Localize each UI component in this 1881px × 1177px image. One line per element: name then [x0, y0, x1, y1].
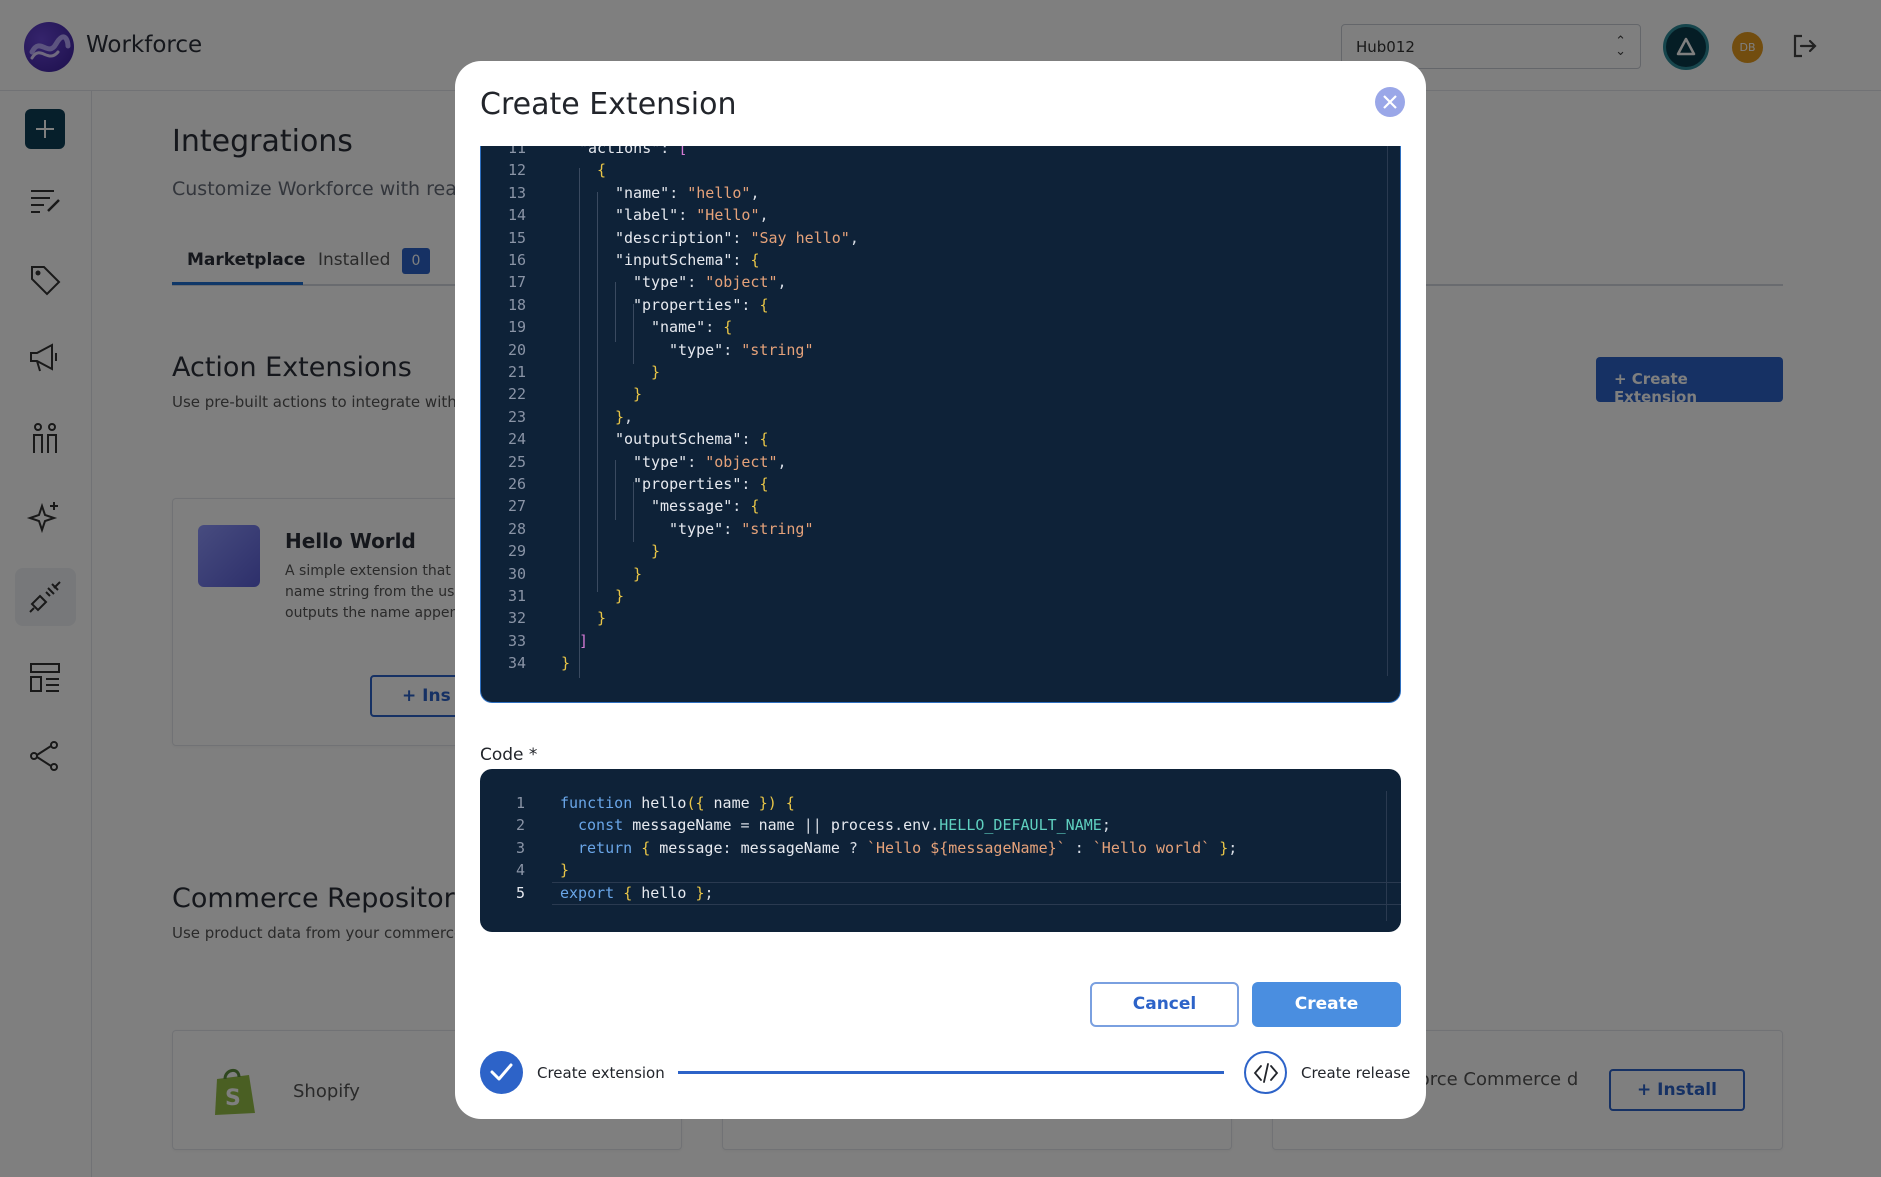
indent-guide — [615, 460, 616, 520]
line-number: 34 — [507, 654, 526, 673]
line-text: "outputSchema": { — [615, 430, 769, 449]
line-text: "name": "hello", — [615, 183, 760, 202]
line-number: 13 — [507, 183, 526, 202]
line-number: 19 — [507, 318, 526, 337]
line-number: 4 — [515, 861, 525, 880]
line-text: export { hello }; — [560, 883, 714, 902]
line-text: "description": "Say hello", — [615, 228, 859, 247]
line-number: 28 — [507, 519, 526, 538]
code-field-label: Code * — [480, 745, 538, 765]
line-text: } — [597, 609, 607, 628]
line-number: 31 — [507, 587, 526, 605]
line-number: 12 — [507, 161, 526, 180]
code-editor[interactable]: 1 function hello({ name }) { 2 const messag… — [480, 769, 1401, 932]
line-text: const messageName = name || process.env.… — [578, 816, 1111, 835]
indent-guide — [615, 282, 616, 342]
editor-scrollbar[interactable] — [1386, 791, 1387, 921]
line-text: { — [597, 161, 607, 180]
line-number: 21 — [507, 363, 526, 381]
line-text: return { message: messageName ? `Hello $… — [578, 838, 1238, 857]
line-number: 16 — [507, 251, 526, 269]
cancel-button[interactable]: Cancel — [1090, 982, 1239, 1027]
manifest-editor[interactable]: 11 "actions": [ 12 {13 "name": "hello", 14 "la… — [480, 146, 1401, 703]
line-number: 27 — [507, 497, 526, 516]
line-number: 15 — [507, 228, 526, 247]
line-number: 29 — [507, 542, 526, 561]
stepper-connector — [678, 1071, 1224, 1074]
line-text: "type": "string" — [669, 519, 814, 538]
line-text: ] — [579, 631, 589, 650]
line-text: } — [633, 564, 643, 583]
line-number: 24 — [507, 430, 526, 449]
line-text: } — [651, 542, 661, 561]
line-text: "name": { — [651, 318, 733, 337]
create-button[interactable]: Create — [1252, 982, 1401, 1027]
line-number: 11 — [507, 146, 526, 157]
line-number: 14 — [507, 206, 526, 225]
line-text: "properties": { — [633, 475, 769, 493]
line-text: } — [560, 861, 570, 880]
line-text: "label": "Hello", — [615, 206, 769, 225]
indent-guide — [579, 168, 580, 678]
line-text: "type": "object", — [633, 273, 787, 292]
line-number: 26 — [507, 475, 526, 493]
line-number: 20 — [507, 340, 526, 359]
line-number: 2 — [515, 816, 525, 835]
line-text: } — [615, 587, 625, 605]
modal-title: Create Extension — [480, 87, 737, 122]
code-brackets-icon — [1244, 1051, 1287, 1094]
line-number: 25 — [507, 452, 526, 471]
line-number: 1 — [515, 794, 525, 812]
step-complete-check-icon — [480, 1051, 523, 1094]
line-number: 32 — [507, 609, 526, 628]
editor-scrollbar[interactable] — [1387, 146, 1388, 676]
line-text: "inputSchema": { — [615, 251, 760, 269]
line-number: 3 — [515, 838, 525, 857]
line-text: function hello({ name }) { — [560, 794, 795, 812]
close-icon[interactable] — [1375, 87, 1405, 117]
line-text: } — [633, 385, 643, 404]
line-number: 23 — [507, 407, 526, 426]
line-text: } — [651, 363, 661, 381]
step-create-extension-label: Create extension — [537, 1064, 665, 1082]
line-text: } — [561, 654, 571, 673]
line-number: 33 — [507, 631, 526, 650]
line-text: "type": "string" — [669, 340, 814, 359]
line-number: 5 — [515, 883, 525, 902]
indent-guide — [597, 192, 598, 592]
line-text: "type": "object", — [633, 452, 787, 471]
line-number: 22 — [507, 385, 526, 404]
line-number: 17 — [507, 273, 526, 292]
line-text: "message": { — [651, 497, 760, 516]
create-extension-modal: Create Extension 11 "actions": [12{13 "nam… — [455, 61, 1426, 1119]
line-number: 18 — [507, 295, 526, 314]
line-text: }, — [615, 407, 634, 426]
step-create-release-label: Create release — [1301, 1064, 1411, 1082]
line-text: "actions": [ — [579, 146, 688, 157]
line-text: "properties": { — [633, 295, 769, 314]
line-number: 30 — [507, 564, 526, 583]
